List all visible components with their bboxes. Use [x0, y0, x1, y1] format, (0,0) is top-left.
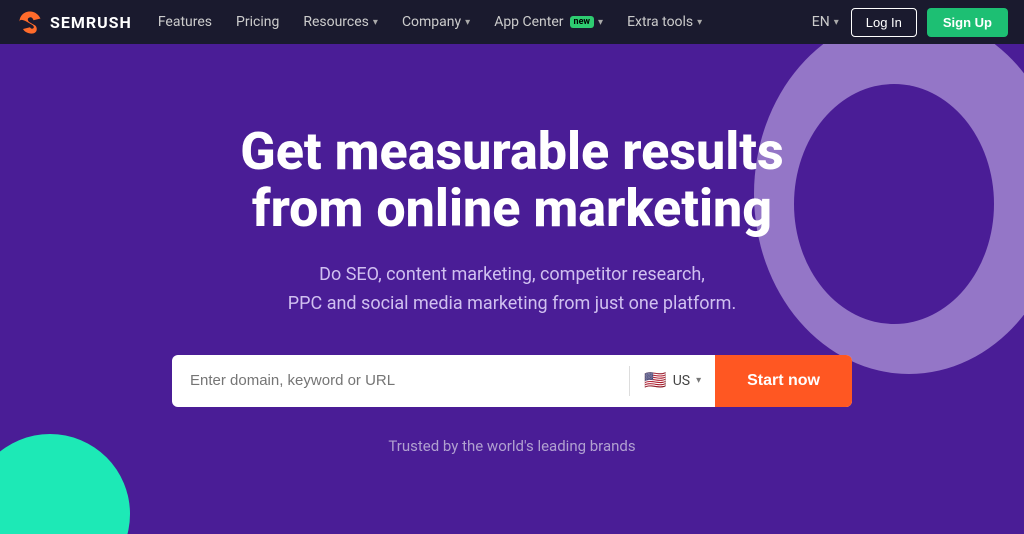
- navbar: SEMRUSH Features Pricing Resources ▾ Com…: [0, 0, 1024, 44]
- nav-features[interactable]: Features: [148, 0, 222, 44]
- search-input[interactable]: [172, 372, 629, 389]
- company-chevron-icon: ▾: [465, 17, 470, 28]
- nav-app-center[interactable]: App Center new ▾: [484, 0, 613, 44]
- resources-chevron-icon: ▾: [373, 17, 378, 28]
- start-now-button[interactable]: Start now: [715, 355, 852, 407]
- lang-chevron-icon: ▾: [834, 17, 839, 28]
- app-center-badge: new: [570, 16, 595, 28]
- hero-content: Get measurable results from online marke…: [172, 123, 852, 455]
- trusted-text: Trusted by the world's leading brands: [172, 437, 852, 455]
- hero-subtitle: Do SEO, content marketing, competitor re…: [172, 261, 852, 319]
- country-chevron-icon: ▾: [696, 375, 701, 386]
- decorative-circle-bottom-left: [0, 434, 130, 534]
- app-center-chevron-icon: ▾: [598, 17, 603, 28]
- hero-section: Get measurable results from online marke…: [0, 44, 1024, 534]
- logo[interactable]: SEMRUSH: [16, 8, 132, 36]
- hero-title: Get measurable results from online marke…: [172, 123, 852, 237]
- nav-resources[interactable]: Resources ▾: [293, 0, 388, 44]
- us-flag-icon: 🇺🇸: [644, 370, 666, 391]
- country-selector[interactable]: 🇺🇸 US ▾: [630, 370, 715, 391]
- semrush-logo-icon: [16, 8, 44, 36]
- logo-text: SEMRUSH: [50, 13, 132, 32]
- signup-button[interactable]: Sign Up: [927, 8, 1008, 37]
- language-selector[interactable]: EN ▾: [804, 14, 847, 30]
- nav-company[interactable]: Company ▾: [392, 0, 480, 44]
- login-button[interactable]: Log In: [851, 8, 917, 37]
- nav-pricing[interactable]: Pricing: [226, 0, 289, 44]
- nav-extra-tools[interactable]: Extra tools ▾: [617, 0, 712, 44]
- extra-tools-chevron-icon: ▾: [697, 17, 702, 28]
- search-bar: 🇺🇸 US ▾ Start now: [172, 355, 852, 407]
